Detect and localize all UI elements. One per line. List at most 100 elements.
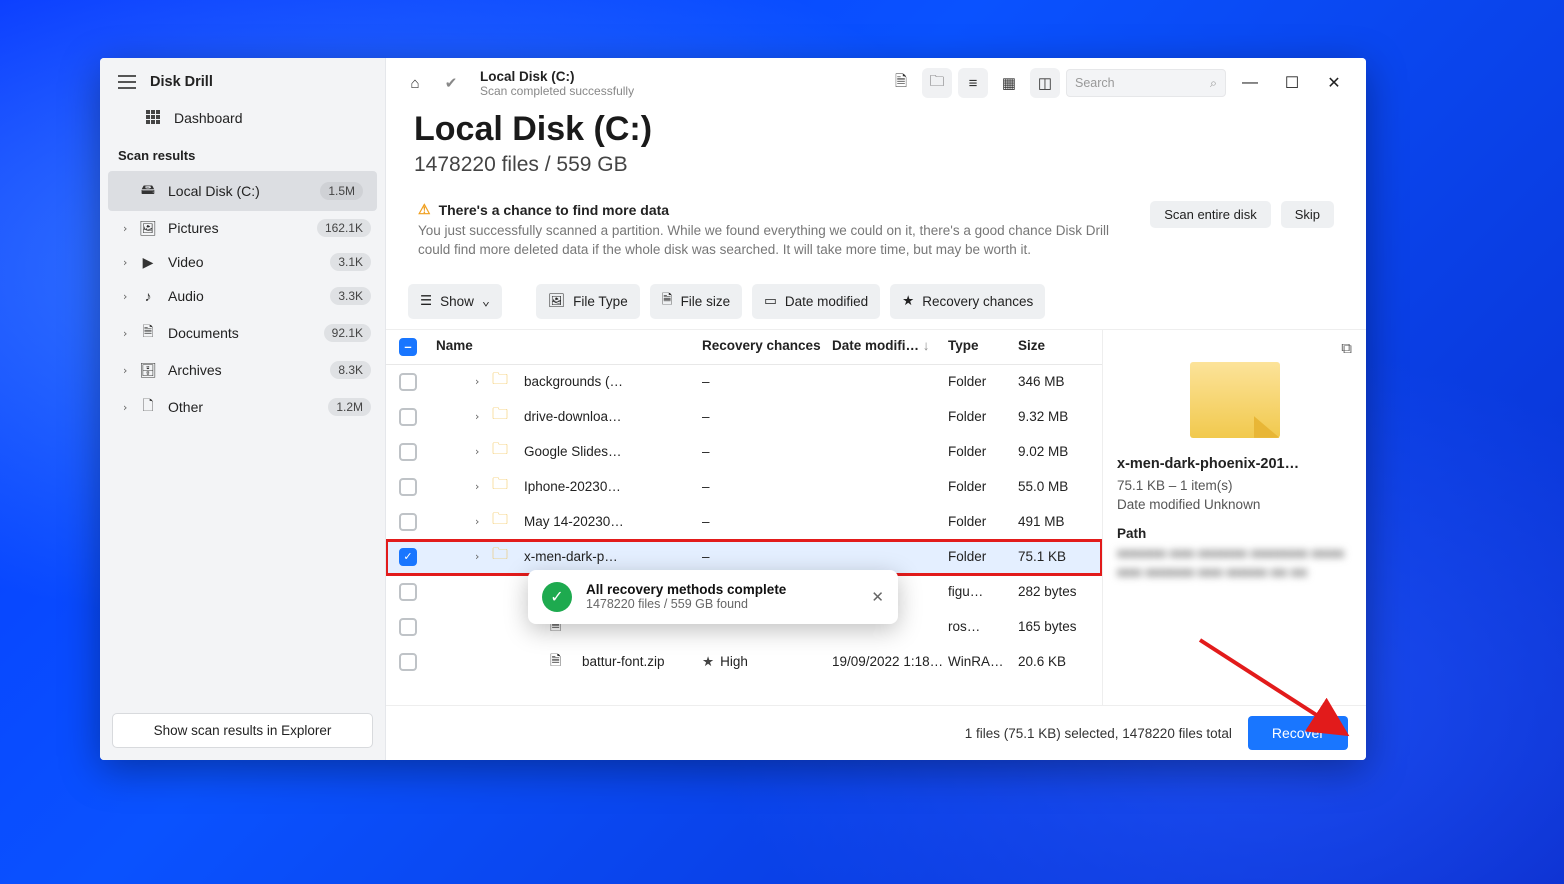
preview-path-blurred: ■■■■■■ ■■■ ■■■■■■ ■■■■■■■ ■■■■ ■■■ ■■■■■…	[1117, 545, 1352, 583]
open-external-icon[interactable]: ⧉	[1341, 340, 1352, 357]
preview-panel: ⧉ x-men-dark-phoenix-201… 75.1 KB – 1 it…	[1102, 330, 1366, 705]
folder-thumbnail	[1190, 362, 1280, 438]
maximize-button[interactable]: ☐	[1274, 69, 1310, 97]
completion-popup: ✓ All recovery methods complete 1478220 …	[528, 570, 898, 624]
star-icon: ★	[702, 654, 714, 669]
success-check-icon: ✓	[542, 582, 572, 612]
folder-icon: 🗀	[492, 368, 514, 395]
row-checkbox[interactable]	[399, 443, 417, 461]
warning-icon: ⚠	[418, 201, 431, 218]
category-icon: 🗎	[138, 321, 158, 345]
page-header: Local Disk (C:) 1478220 files / 559 GB	[386, 104, 1366, 185]
expand-icon[interactable]: ›	[462, 445, 492, 458]
table-row[interactable]: ›🗀May 14-20230…–Folder491 MB	[386, 505, 1102, 540]
grid-view-icon[interactable]: ▦	[994, 68, 1024, 98]
row-name: Google Slides…	[524, 444, 622, 459]
sidebar-item-documents[interactable]: ›🗎Documents92.1K	[100, 313, 385, 353]
show-in-explorer-button[interactable]: Show scan results in Explorer	[112, 713, 373, 748]
row-checkbox[interactable]: ✓	[399, 548, 417, 566]
row-checkbox[interactable]	[399, 478, 417, 496]
table-row[interactable]: ›🗀drive-downloa…–Folder9.32 MB	[386, 400, 1102, 435]
calendar-icon: ▭	[764, 293, 777, 309]
table-row[interactable]: ›🗀Iphone-20230…–Folder55.0 MB	[386, 470, 1102, 505]
row-name: x-men-dark-p…	[524, 549, 618, 564]
star-icon: ★	[902, 293, 914, 309]
row-checkbox[interactable]	[399, 513, 417, 531]
menu-icon[interactable]	[118, 75, 136, 89]
expand-icon[interactable]: ›	[462, 375, 492, 388]
grid-icon	[146, 110, 162, 126]
app-window: Disk Drill Dashboard Scan results 🖴Local…	[100, 58, 1366, 760]
sidebar-item-video[interactable]: ›▶Video3.1K	[100, 245, 385, 279]
col-recovery[interactable]: Recovery chances	[702, 338, 832, 356]
filesize-filter[interactable]: 🗎File size	[650, 284, 742, 319]
row-checkbox[interactable]	[399, 373, 417, 391]
folder-view-icon[interactable]: 🗀	[922, 68, 952, 98]
sidebar-item-other[interactable]: ›🗋Other1.2M	[100, 387, 385, 427]
close-button[interactable]: ✕	[1316, 69, 1352, 97]
row-name: battur-font.zip	[582, 654, 665, 669]
popup-subtitle: 1478220 files / 559 GB found	[586, 597, 786, 611]
chances-filter[interactable]: ★Recovery chances	[890, 284, 1045, 319]
recover-button[interactable]: Recover	[1248, 716, 1348, 750]
select-all-checkbox[interactable]: –	[399, 338, 417, 356]
sidebar-item-pictures[interactable]: ›🖼Pictures162.1K	[100, 211, 385, 245]
sliders-icon: ☰	[420, 293, 432, 309]
row-name: Iphone-20230…	[524, 479, 621, 494]
expand-icon[interactable]: ›	[462, 515, 492, 528]
popup-close-button[interactable]: ✕	[871, 588, 884, 606]
search-input[interactable]: Search ⌕	[1066, 69, 1226, 97]
table-row[interactable]: ›🗀backgrounds (…–Folder346 MB	[386, 365, 1102, 400]
row-name: drive-downloa…	[524, 409, 622, 424]
folder-icon: 🗀	[492, 473, 514, 500]
list-view-icon[interactable]: ≡	[958, 68, 988, 98]
toolbar: ⌂ ✔ Local Disk (C:) Scan completed succe…	[386, 58, 1366, 104]
row-checkbox[interactable]	[399, 408, 417, 426]
preview-title: x-men-dark-phoenix-201…	[1117, 456, 1352, 472]
table-header: – Name Recovery chances Date modifi… ↓ T…	[386, 330, 1102, 365]
check-status-icon: ✔	[436, 68, 466, 98]
home-icon[interactable]: ⌂	[400, 68, 430, 98]
image-icon: 🖼	[548, 293, 565, 309]
breadcrumb-sub: Scan completed successfully	[480, 84, 634, 98]
sidebar-item-dashboard[interactable]: Dashboard	[100, 100, 385, 136]
preview-size: 75.1 KB – 1 item(s)	[1117, 478, 1352, 493]
main-panel: ⌂ ✔ Local Disk (C:) Scan completed succe…	[386, 58, 1366, 760]
table-row[interactable]: ›🗀Google Slides…–Folder9.02 MB	[386, 435, 1102, 470]
col-type[interactable]: Type	[948, 338, 1018, 356]
scan-entire-disk-button[interactable]: Scan entire disk	[1150, 201, 1271, 228]
expand-icon[interactable]: ›	[462, 410, 492, 423]
category-icon: 🖼	[138, 220, 158, 237]
col-size[interactable]: Size	[1018, 338, 1102, 356]
notice-body: You just successfully scanned a partitio…	[418, 222, 1140, 260]
file-view-icon[interactable]: 🗎	[886, 68, 916, 98]
category-icon: 🗄	[138, 362, 158, 379]
popup-title: All recovery methods complete	[586, 582, 786, 597]
notice-title: There's a chance to find more data	[439, 202, 670, 218]
filetype-filter[interactable]: 🖼File Type	[536, 284, 640, 319]
table-row[interactable]: 🗎battur-font.zip★High19/09/2022 1:18…Win…	[386, 645, 1102, 680]
date-filter[interactable]: ▭Date modified	[752, 284, 880, 319]
disk-icon: 🖴	[138, 179, 158, 203]
category-icon: ▶	[138, 254, 158, 271]
col-date[interactable]: Date modifi… ↓	[832, 338, 948, 356]
col-name[interactable]: Name	[430, 338, 702, 356]
sidebar-item-audio[interactable]: ›♪Audio3.3K	[100, 279, 385, 313]
dashboard-label: Dashboard	[174, 110, 243, 126]
show-filter[interactable]: ☰Show⌄	[408, 284, 502, 319]
sidebar-item-archives[interactable]: ›🗄Archives8.3K	[100, 353, 385, 387]
row-checkbox[interactable]	[399, 618, 417, 636]
panel-view-icon[interactable]: ◫	[1030, 68, 1060, 98]
row-checkbox[interactable]	[399, 583, 417, 601]
expand-icon[interactable]: ›	[462, 480, 492, 493]
filter-bar: ☰Show⌄ 🖼File Type 🗎File size ▭Date modif…	[386, 276, 1366, 329]
page-title: Local Disk (C:)	[414, 110, 1338, 149]
breadcrumb-title: Local Disk (C:)	[480, 69, 634, 84]
preview-path-label: Path	[1117, 526, 1352, 541]
folder-icon: 🗀	[492, 438, 514, 465]
expand-icon[interactable]: ›	[462, 550, 492, 563]
row-checkbox[interactable]	[399, 653, 417, 671]
minimize-button[interactable]: —	[1232, 69, 1268, 97]
skip-button[interactable]: Skip	[1281, 201, 1334, 228]
sidebar-item-local-disk-c-[interactable]: 🖴Local Disk (C:)1.5M	[108, 171, 377, 211]
